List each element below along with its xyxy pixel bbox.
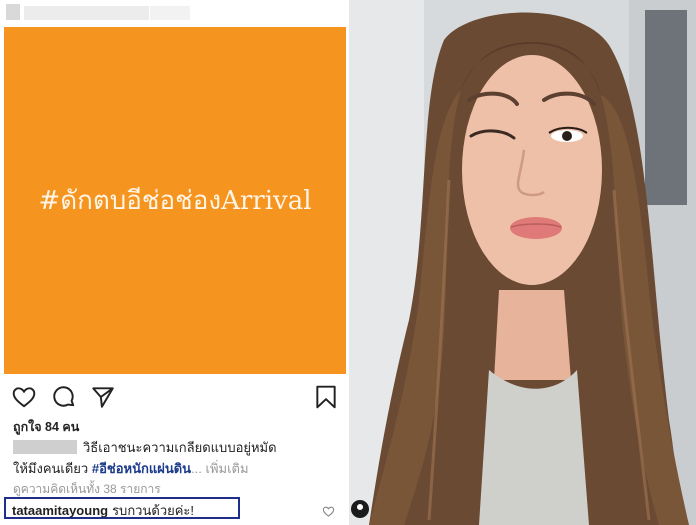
instagram-profile-icon[interactable] bbox=[351, 500, 369, 518]
portrait-illustration bbox=[349, 0, 696, 525]
comment-username[interactable]: tataamitayoung bbox=[12, 503, 108, 518]
caption-line-1: วิธีเอาชนะความเกลียดแบบอยู่หมัด bbox=[13, 437, 277, 458]
comment-like-heart-icon[interactable] bbox=[322, 505, 335, 518]
blurred-caption-username bbox=[13, 440, 77, 454]
caption-hashtag[interactable]: #อีช่อหนักแผ่นดิน bbox=[92, 461, 191, 476]
blurred-username bbox=[24, 6, 149, 20]
caption-text-2: ให้มึงคนเดียว bbox=[13, 461, 92, 476]
like-count[interactable]: ถูกใจ 84 คน bbox=[13, 417, 79, 437]
blurred-avatar bbox=[6, 4, 20, 20]
highlighted-comment: tataamitayoung รบกวนด้วยค่ะ! bbox=[12, 500, 194, 521]
caption-text-1: วิธีเอาชนะความเกลียดแบบอยู่หมัด bbox=[83, 440, 277, 455]
post-actions bbox=[0, 380, 348, 412]
comment-icon[interactable] bbox=[51, 384, 77, 410]
post-image[interactable]: #ดักตบอีช่อช่องArrival bbox=[4, 27, 346, 374]
selfie-photo bbox=[349, 0, 696, 525]
bookmark-icon[interactable] bbox=[313, 384, 339, 410]
profile-dot bbox=[357, 504, 363, 510]
post-header bbox=[0, 0, 348, 26]
see-more-link[interactable]: ... เพิ่มเติม bbox=[191, 461, 248, 476]
send-icon[interactable] bbox=[90, 384, 116, 410]
heart-icon[interactable] bbox=[11, 384, 37, 410]
post-image-text: #ดักตบอีช่อช่องArrival bbox=[38, 186, 312, 216]
comment-text: รบกวนด้วยค่ะ! bbox=[112, 503, 195, 518]
blurred-username-extra bbox=[150, 6, 190, 20]
caption-line-2: ให้มึงคนเดียว #อีช่อหนักแผ่นดิน... เพิ่ม… bbox=[13, 458, 249, 479]
instagram-post-panel: #ดักตบอีช่อช่องArrival ถูกใจ 84 คน วิธีเ… bbox=[0, 0, 348, 525]
